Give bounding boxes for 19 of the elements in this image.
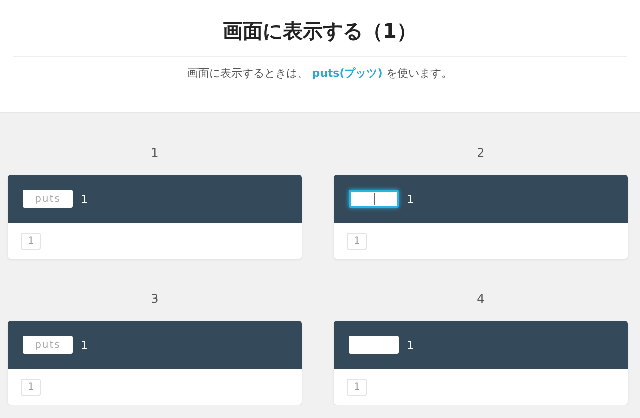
input-field[interactable]: [349, 336, 399, 354]
result-text: 1: [21, 232, 42, 250]
result-text: 1: [21, 378, 42, 396]
page-title: 画面に表示する（1）: [223, 18, 417, 45]
input-field[interactable]: puts: [23, 190, 73, 208]
step-number: 1: [151, 145, 159, 162]
input-field[interactable]: [349, 190, 399, 208]
result-text: 1: [347, 232, 368, 250]
input-field[interactable]: puts: [23, 336, 73, 354]
output-text: 1: [81, 192, 88, 206]
step-number: 3: [151, 291, 159, 308]
step-number: 2: [477, 145, 485, 162]
step-number: 4: [477, 291, 485, 308]
text-caret: [374, 193, 375, 205]
result-text: 1: [347, 378, 368, 396]
output-text: 1: [81, 338, 88, 352]
output-text: 1: [407, 192, 414, 206]
output-text: 1: [407, 338, 414, 352]
intro-text: 画面に表示するときは、 puts(プッツ) を使います。: [188, 66, 452, 81]
